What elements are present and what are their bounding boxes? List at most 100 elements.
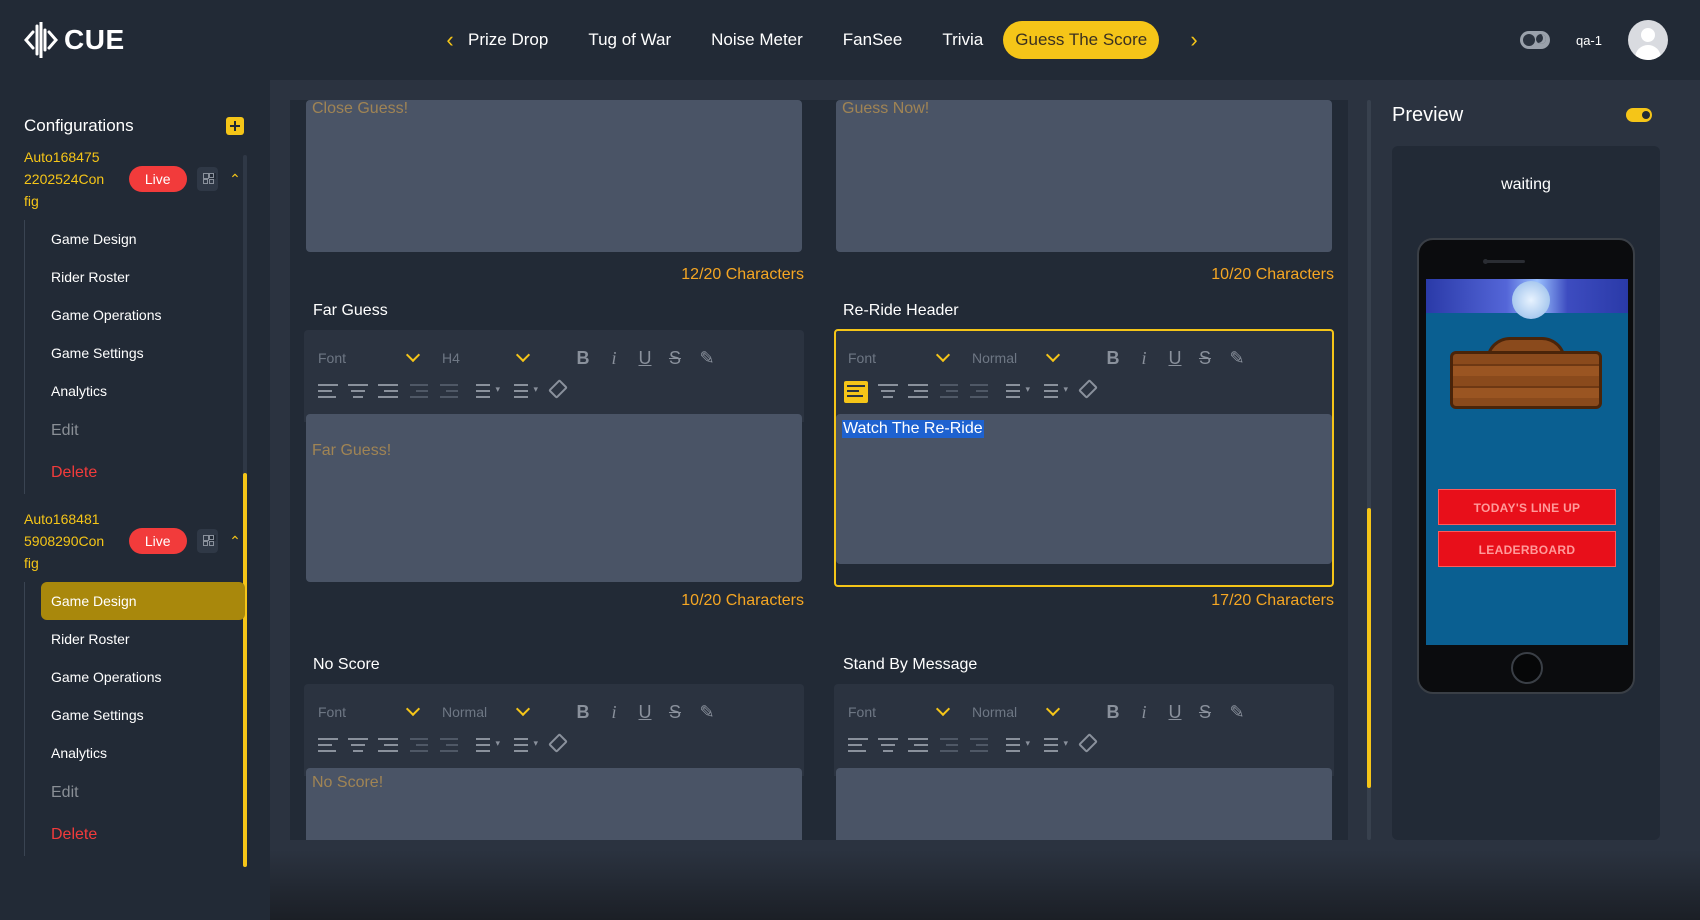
phone-mockup: TODAY'S LINE UP LEADERBOARD (1417, 238, 1635, 694)
ordered-list-icon[interactable] (1000, 738, 1030, 754)
underline-icon[interactable]: U (632, 344, 658, 372)
edit-button[interactable]: Edit (25, 410, 244, 452)
outdent-icon[interactable] (970, 738, 990, 754)
highlighter-icon[interactable]: ✎ (694, 698, 720, 726)
add-config-icon[interactable] (226, 117, 244, 135)
menu-item-game-operations[interactable]: Game Operations (25, 296, 244, 334)
text-editor-area[interactable]: Far Guess! (306, 414, 802, 582)
align-left-icon[interactable] (318, 738, 338, 754)
phone-screen: TODAY'S LINE UP LEADERBOARD (1426, 279, 1628, 645)
rich-text-toolbar: Font Normal B i U S ✎ (304, 684, 804, 776)
menu-item-analytics[interactable]: Analytics (25, 372, 244, 410)
chevron-left-icon[interactable]: ‹ (438, 20, 462, 60)
align-left-icon[interactable] (848, 738, 868, 754)
edit-button[interactable]: Edit (25, 772, 244, 814)
indent-icon[interactable] (410, 384, 430, 400)
menu-item-analytics[interactable]: Analytics (25, 734, 244, 772)
tab-guess-the-score[interactable]: Guess The Score (1003, 21, 1160, 59)
menu-item-rider-roster[interactable]: Rider Roster (25, 620, 244, 658)
size-select[interactable]: Normal (442, 698, 487, 726)
todays-line-up-button[interactable]: TODAY'S LINE UP (1438, 489, 1616, 525)
avatar[interactable] (1628, 20, 1668, 60)
align-center-icon[interactable] (348, 738, 368, 754)
chevron-down-icon[interactable] (405, 347, 421, 363)
config-header[interactable]: Auto1684752202524Config Live ⌃ (24, 146, 244, 212)
leaderboard-button[interactable]: LEADERBOARD (1438, 531, 1616, 567)
align-right-icon[interactable] (378, 738, 398, 754)
bottom-shadow (270, 850, 1700, 920)
ordered-list-icon[interactable] (470, 738, 500, 754)
highlighter-icon[interactable]: ✎ (694, 344, 720, 372)
size-select[interactable]: Normal (972, 698, 1017, 726)
align-center-icon[interactable] (878, 738, 898, 754)
italic-icon[interactable]: i (1131, 698, 1157, 726)
outdent-icon[interactable] (440, 384, 460, 400)
qr-code-icon[interactable] (196, 167, 219, 191)
menu-item-game-operations[interactable]: Game Operations (25, 658, 244, 696)
bold-icon[interactable]: B (570, 344, 596, 372)
chevron-up-icon[interactable]: ⌃ (226, 169, 244, 189)
chevron-down-icon[interactable] (515, 701, 531, 717)
menu-item-game-settings[interactable]: Game Settings (25, 334, 244, 372)
sidebar-header: Configurations (24, 116, 244, 136)
delete-button[interactable]: Delete (25, 452, 244, 494)
bullet-list-icon[interactable] (1038, 738, 1068, 754)
menu-item-game-design[interactable]: Game Design (41, 582, 245, 620)
menu-item-game-design[interactable]: Game Design (25, 220, 244, 258)
cue-logo[interactable]: CUE (24, 20, 125, 60)
italic-icon[interactable]: i (601, 344, 627, 372)
menu-item-rider-roster[interactable]: Rider Roster (25, 258, 244, 296)
delete-button[interactable]: Delete (25, 814, 244, 856)
chevron-right-icon[interactable]: › (1182, 20, 1206, 60)
clear-format-icon[interactable] (1078, 733, 1098, 753)
align-right-icon[interactable] (378, 384, 398, 400)
tab-tug-of-war[interactable]: Tug of War (568, 21, 691, 59)
align-center-icon[interactable] (348, 384, 368, 400)
chevron-down-icon[interactable] (1045, 701, 1061, 717)
text-editor-area[interactable]: Guess Now! (836, 100, 1332, 252)
indent-icon[interactable] (410, 738, 430, 754)
strikethrough-icon[interactable]: S (662, 344, 688, 372)
underline-icon[interactable]: U (1162, 698, 1188, 726)
tab-trivia[interactable]: Trivia (922, 21, 1003, 59)
config-header[interactable]: Auto1684815908290Config Live ⌃ (24, 508, 244, 574)
clear-format-icon[interactable] (548, 379, 568, 399)
ordered-list-icon[interactable] (470, 384, 500, 400)
chevron-up-icon[interactable]: ⌃ (226, 531, 244, 551)
theme-toggle-icon[interactable] (1519, 31, 1550, 49)
underline-icon[interactable]: U (632, 698, 658, 726)
bullet-list-icon[interactable] (508, 384, 538, 400)
font-select[interactable]: Font (848, 698, 876, 726)
highlighter-icon[interactable]: ✎ (1224, 698, 1250, 726)
field-label: Far Guess (313, 302, 388, 319)
menu-item-game-settings[interactable]: Game Settings (25, 696, 244, 734)
tab-prize-drop[interactable]: Prize Drop (462, 21, 568, 59)
align-right-icon[interactable] (908, 738, 928, 754)
tab-fansee[interactable]: FanSee (823, 21, 923, 59)
heading-select[interactable]: H4 (442, 344, 460, 372)
text-editor-area[interactable]: Close Guess! (306, 100, 802, 252)
font-select[interactable]: Font (318, 698, 346, 726)
preview-toggle[interactable] (1626, 108, 1652, 122)
strikethrough-icon[interactable]: S (662, 698, 688, 726)
indent-icon[interactable] (940, 738, 960, 754)
text-editor-area[interactable] (836, 768, 1332, 840)
chevron-down-icon[interactable] (935, 701, 951, 717)
editor-scrollbar-thumb[interactable] (1367, 508, 1371, 788)
bullet-list-icon[interactable] (508, 738, 538, 754)
outdent-icon[interactable] (440, 738, 460, 754)
chevron-down-icon[interactable] (405, 701, 421, 717)
text-editor-area[interactable]: No Score! (306, 768, 802, 840)
bold-icon[interactable]: B (1100, 698, 1126, 726)
tab-noise-meter[interactable]: Noise Meter (691, 21, 823, 59)
align-left-icon[interactable] (318, 384, 338, 400)
config-item: Auto1684752202524Config Live ⌃ Game Desi… (24, 146, 244, 494)
italic-icon[interactable]: i (601, 698, 627, 726)
strikethrough-icon[interactable]: S (1192, 698, 1218, 726)
font-select[interactable]: Font (318, 344, 346, 372)
clear-format-icon[interactable] (548, 733, 568, 753)
cue-logo-icon (24, 22, 58, 58)
bold-icon[interactable]: B (570, 698, 596, 726)
chevron-down-icon[interactable] (515, 347, 531, 363)
qr-code-icon[interactable] (196, 529, 219, 553)
